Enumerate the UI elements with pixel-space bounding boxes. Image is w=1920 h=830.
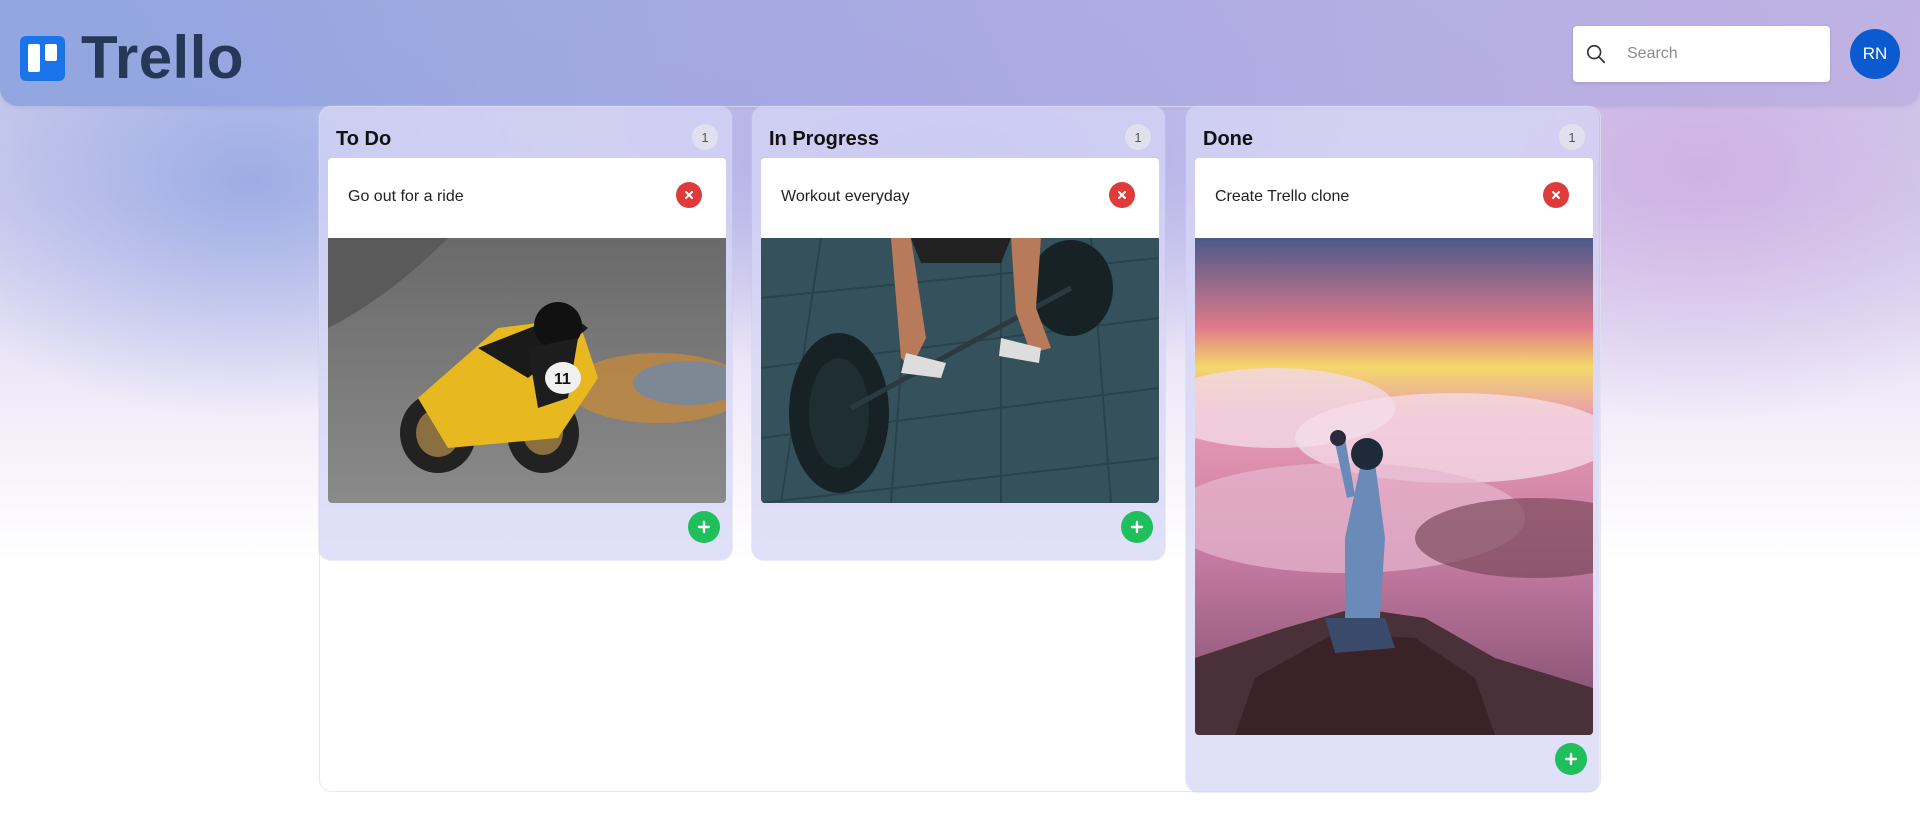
trello-board-icon xyxy=(20,35,65,81)
column-title: In Progress xyxy=(769,128,880,150)
card-title: Workout everyday xyxy=(781,188,910,205)
svg-text:11: 11 xyxy=(554,371,571,388)
column-todo: To Do 1 Go out for a ride 11 xyxy=(319,106,732,560)
plus-icon xyxy=(1564,752,1578,766)
close-icon xyxy=(1552,191,1560,199)
delete-card-button[interactable] xyxy=(1543,182,1569,208)
add-card-button[interactable] xyxy=(688,511,720,543)
page: Trello RN To Do 1 Go out for a ride xyxy=(0,0,1920,830)
search-box[interactable] xyxy=(1573,26,1830,82)
card-title: Create Trello clone xyxy=(1215,188,1350,205)
column-title: To Do xyxy=(336,128,392,150)
card-count-badge: 1 xyxy=(1125,124,1151,150)
column-in-progress: In Progress 1 Workout everyday xyxy=(752,106,1165,560)
motorcycle-racer-photo: 11 xyxy=(328,238,726,503)
column-done: Done 1 Create Trello clone xyxy=(1186,106,1599,792)
search-input[interactable] xyxy=(1627,45,1807,63)
kanban-board: To Do 1 Go out for a ride 11 In Progress… xyxy=(319,106,1601,792)
logo-text: Trello xyxy=(81,24,245,91)
delete-card-button[interactable] xyxy=(1109,182,1135,208)
column-title: Done xyxy=(1203,128,1253,150)
card-count-badge: 1 xyxy=(1559,124,1585,150)
barbell-deadlift-photo xyxy=(761,238,1159,503)
person-on-mountain-sunset-photo xyxy=(1195,238,1593,735)
card-title: Go out for a ride xyxy=(348,188,464,205)
add-card-button[interactable] xyxy=(1121,511,1153,543)
task-card[interactable]: Workout everyday xyxy=(761,158,1159,503)
task-card[interactable]: Go out for a ride 11 xyxy=(328,158,726,503)
plus-icon xyxy=(1130,520,1144,534)
avatar-initials: RN xyxy=(1862,44,1888,63)
task-card[interactable]: Create Trello clone xyxy=(1195,158,1593,735)
close-icon xyxy=(1118,191,1126,199)
plus-icon xyxy=(697,520,711,534)
add-card-button[interactable] xyxy=(1555,743,1587,775)
top-header: Trello RN xyxy=(0,0,1920,106)
user-avatar[interactable]: RN xyxy=(1850,29,1900,79)
close-icon xyxy=(685,191,693,199)
search-icon xyxy=(1586,44,1606,64)
trello-logo[interactable]: Trello xyxy=(20,28,244,88)
delete-card-button[interactable] xyxy=(676,182,702,208)
card-count-badge: 1 xyxy=(692,124,718,150)
